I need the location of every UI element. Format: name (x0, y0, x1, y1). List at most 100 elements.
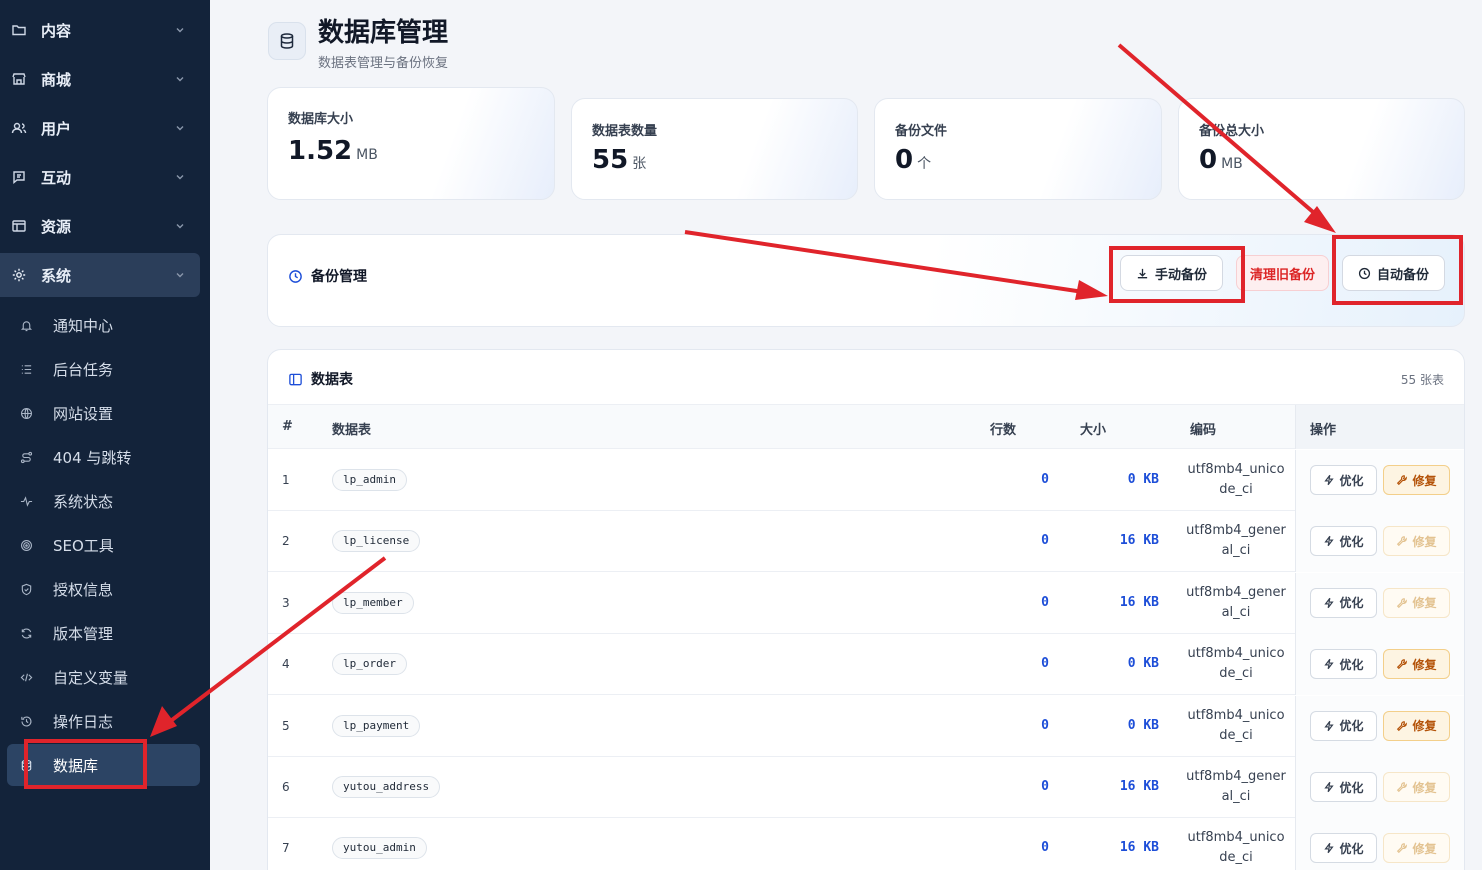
repair-button[interactable]: 修复 (1383, 465, 1450, 495)
actions-cell: 优化 修复 (1295, 695, 1464, 757)
stat-unit: 个 (917, 156, 932, 172)
refresh-icon (19, 626, 33, 640)
sidebar-item-label: SEO工具 (53, 536, 114, 555)
optimize-label: 优化 (1339, 473, 1364, 488)
table-row: 7 yutou_admin 0 16 KB utf8mb4_unicode_ci 优化 修复 (268, 818, 1464, 870)
tables-panel: 数据表 55 张表 # 数据表 行数 大小 编码 操作 1 lp_admin 0 0 … (267, 349, 1465, 870)
sidebar-item-site-settings[interactable]: 网站设置 (0, 392, 200, 434)
backup-title: 备份管理 (288, 266, 367, 286)
actions-cell: 优化 修复 (1295, 511, 1464, 573)
backup-panel: 备份管理 手动备份 清理旧备份 自动备份 (267, 234, 1465, 327)
table-row: 5 lp_payment 0 0 KB utf8mb4_unicode_ci 优化 修复 (268, 695, 1464, 757)
optimize-button[interactable]: 优化 (1310, 465, 1377, 495)
actions-cell: 优化 修复 (1295, 757, 1464, 818)
nav-group-resources[interactable]: 资源 (0, 204, 200, 248)
optimize-button[interactable]: 优化 (1310, 587, 1377, 618)
stat-card-db-size: 数据库大小 1.52 MB (267, 87, 555, 200)
layout-icon (10, 217, 28, 235)
stat-unit: MB (1221, 156, 1243, 172)
wrench-icon (1396, 658, 1408, 670)
clean-old-backups-button[interactable]: 清理旧备份 (1236, 255, 1329, 291)
chevron-down-icon (172, 169, 188, 185)
wrench-icon (1396, 535, 1408, 547)
sidebar-item-notifications[interactable]: 通知中心 (0, 304, 200, 346)
repair-label: 修复 (1412, 657, 1437, 672)
tables-panel-title-label: 数据表 (311, 372, 353, 388)
optimize-label: 优化 (1339, 841, 1364, 856)
sidebar-item-operation-log[interactable]: 操作日志 (0, 700, 200, 742)
row-number: 1 (282, 473, 290, 487)
target-icon (19, 538, 33, 552)
sidebar-item-404-redirect[interactable]: 404 与跳转 (0, 436, 200, 478)
nav-group-interaction[interactable]: 互动 (0, 155, 200, 199)
sidebar-item-version-management[interactable]: 版本管理 (0, 612, 200, 654)
sidebar-item-custom-variables[interactable]: 自定义变量 (0, 656, 200, 698)
activity-icon (19, 494, 33, 508)
repair-button[interactable]: 修复 (1383, 526, 1450, 557)
download-icon (1136, 267, 1149, 280)
repair-button[interactable]: 修复 (1383, 772, 1450, 802)
optimize-label: 优化 (1339, 780, 1364, 795)
repair-button[interactable]: 修复 (1383, 649, 1450, 680)
bell-icon (19, 318, 33, 332)
actions-cell: 优化 修复 (1295, 572, 1464, 634)
repair-button[interactable]: 修复 (1383, 833, 1450, 864)
clock-icon (1358, 267, 1371, 280)
collation: utf8mb4_unicode_ci (1187, 462, 1285, 497)
optimize-button[interactable]: 优化 (1310, 526, 1377, 557)
sidebar-item-background-tasks[interactable]: 后台任务 (0, 348, 200, 390)
sidebar-item-label: 数据库 (53, 756, 99, 775)
table-size: 0 KB (1127, 656, 1159, 672)
optimize-label: 优化 (1339, 596, 1364, 611)
chevron-down-icon (172, 120, 188, 136)
zap-icon (1323, 842, 1335, 854)
zap-icon (1323, 474, 1335, 486)
sidebar-item-seo-tools[interactable]: SEO工具 (0, 524, 200, 566)
row-number: 3 (282, 595, 290, 610)
table-header: # 数据表 行数 大小 编码 操作 (268, 405, 1464, 449)
stat-card-backup-size: 备份总大小 0 MB (1178, 98, 1465, 200)
wrench-icon (1396, 842, 1408, 854)
route-icon (19, 450, 33, 464)
stat-value: 0 MB (1199, 145, 1243, 175)
collation: utf8mb4_unicode_ci (1187, 646, 1285, 682)
row-number: 2 (282, 534, 290, 549)
table-size: 0 KB (1127, 472, 1159, 487)
nav-group-content[interactable]: 内容 (0, 8, 200, 52)
repair-button[interactable]: 修复 (1383, 587, 1450, 618)
manual-backup-button[interactable]: 手动备份 (1120, 255, 1223, 291)
optimize-button[interactable]: 优化 (1310, 833, 1377, 864)
sidebar-item-system-status[interactable]: 系统状态 (0, 480, 200, 522)
nav-group-store[interactable]: 商城 (0, 57, 200, 101)
optimize-button[interactable]: 优化 (1310, 649, 1377, 680)
collation: utf8mb4_general_ci (1186, 769, 1286, 804)
table-size: 0 KB (1127, 717, 1159, 733)
auto-backup-button[interactable]: 自动备份 (1342, 255, 1445, 291)
row-number: 6 (282, 780, 290, 794)
zap-icon (1323, 597, 1335, 609)
row-count: 0 (1041, 656, 1049, 672)
optimize-button[interactable]: 优化 (1310, 710, 1377, 741)
col-collation: 编码 (1190, 423, 1217, 438)
nav-group-users[interactable]: 用户 (0, 106, 200, 150)
stat-label: 数据表数量 (592, 124, 658, 139)
stat-unit: MB (356, 147, 378, 163)
optimize-button[interactable]: 优化 (1310, 772, 1377, 802)
sidebar-item-license-info[interactable]: 授权信息 (0, 568, 200, 610)
table-row: 2 lp_license 0 16 KB utf8mb4_general_ci 优化 修复 (268, 511, 1464, 573)
table-name-tag: lp_payment (332, 714, 421, 737)
manual-backup-label: 手动备份 (1154, 267, 1207, 283)
sidebar-item-label: 版本管理 (53, 624, 114, 643)
store-icon (10, 70, 28, 88)
stat-number: 0 (895, 145, 914, 175)
row-count: 0 (1041, 717, 1049, 733)
table-size: 16 KB (1119, 594, 1159, 610)
repair-button[interactable]: 修复 (1383, 710, 1450, 741)
wrench-icon (1396, 474, 1408, 486)
nav-group-system[interactable]: 系统 (0, 253, 200, 297)
stat-label: 备份总大小 (1199, 124, 1265, 139)
table-name-tag: lp_order (332, 653, 407, 676)
sidebar-item-database[interactable]: 数据库 (7, 744, 200, 786)
database-icon (19, 758, 33, 772)
database-icon (268, 22, 306, 60)
